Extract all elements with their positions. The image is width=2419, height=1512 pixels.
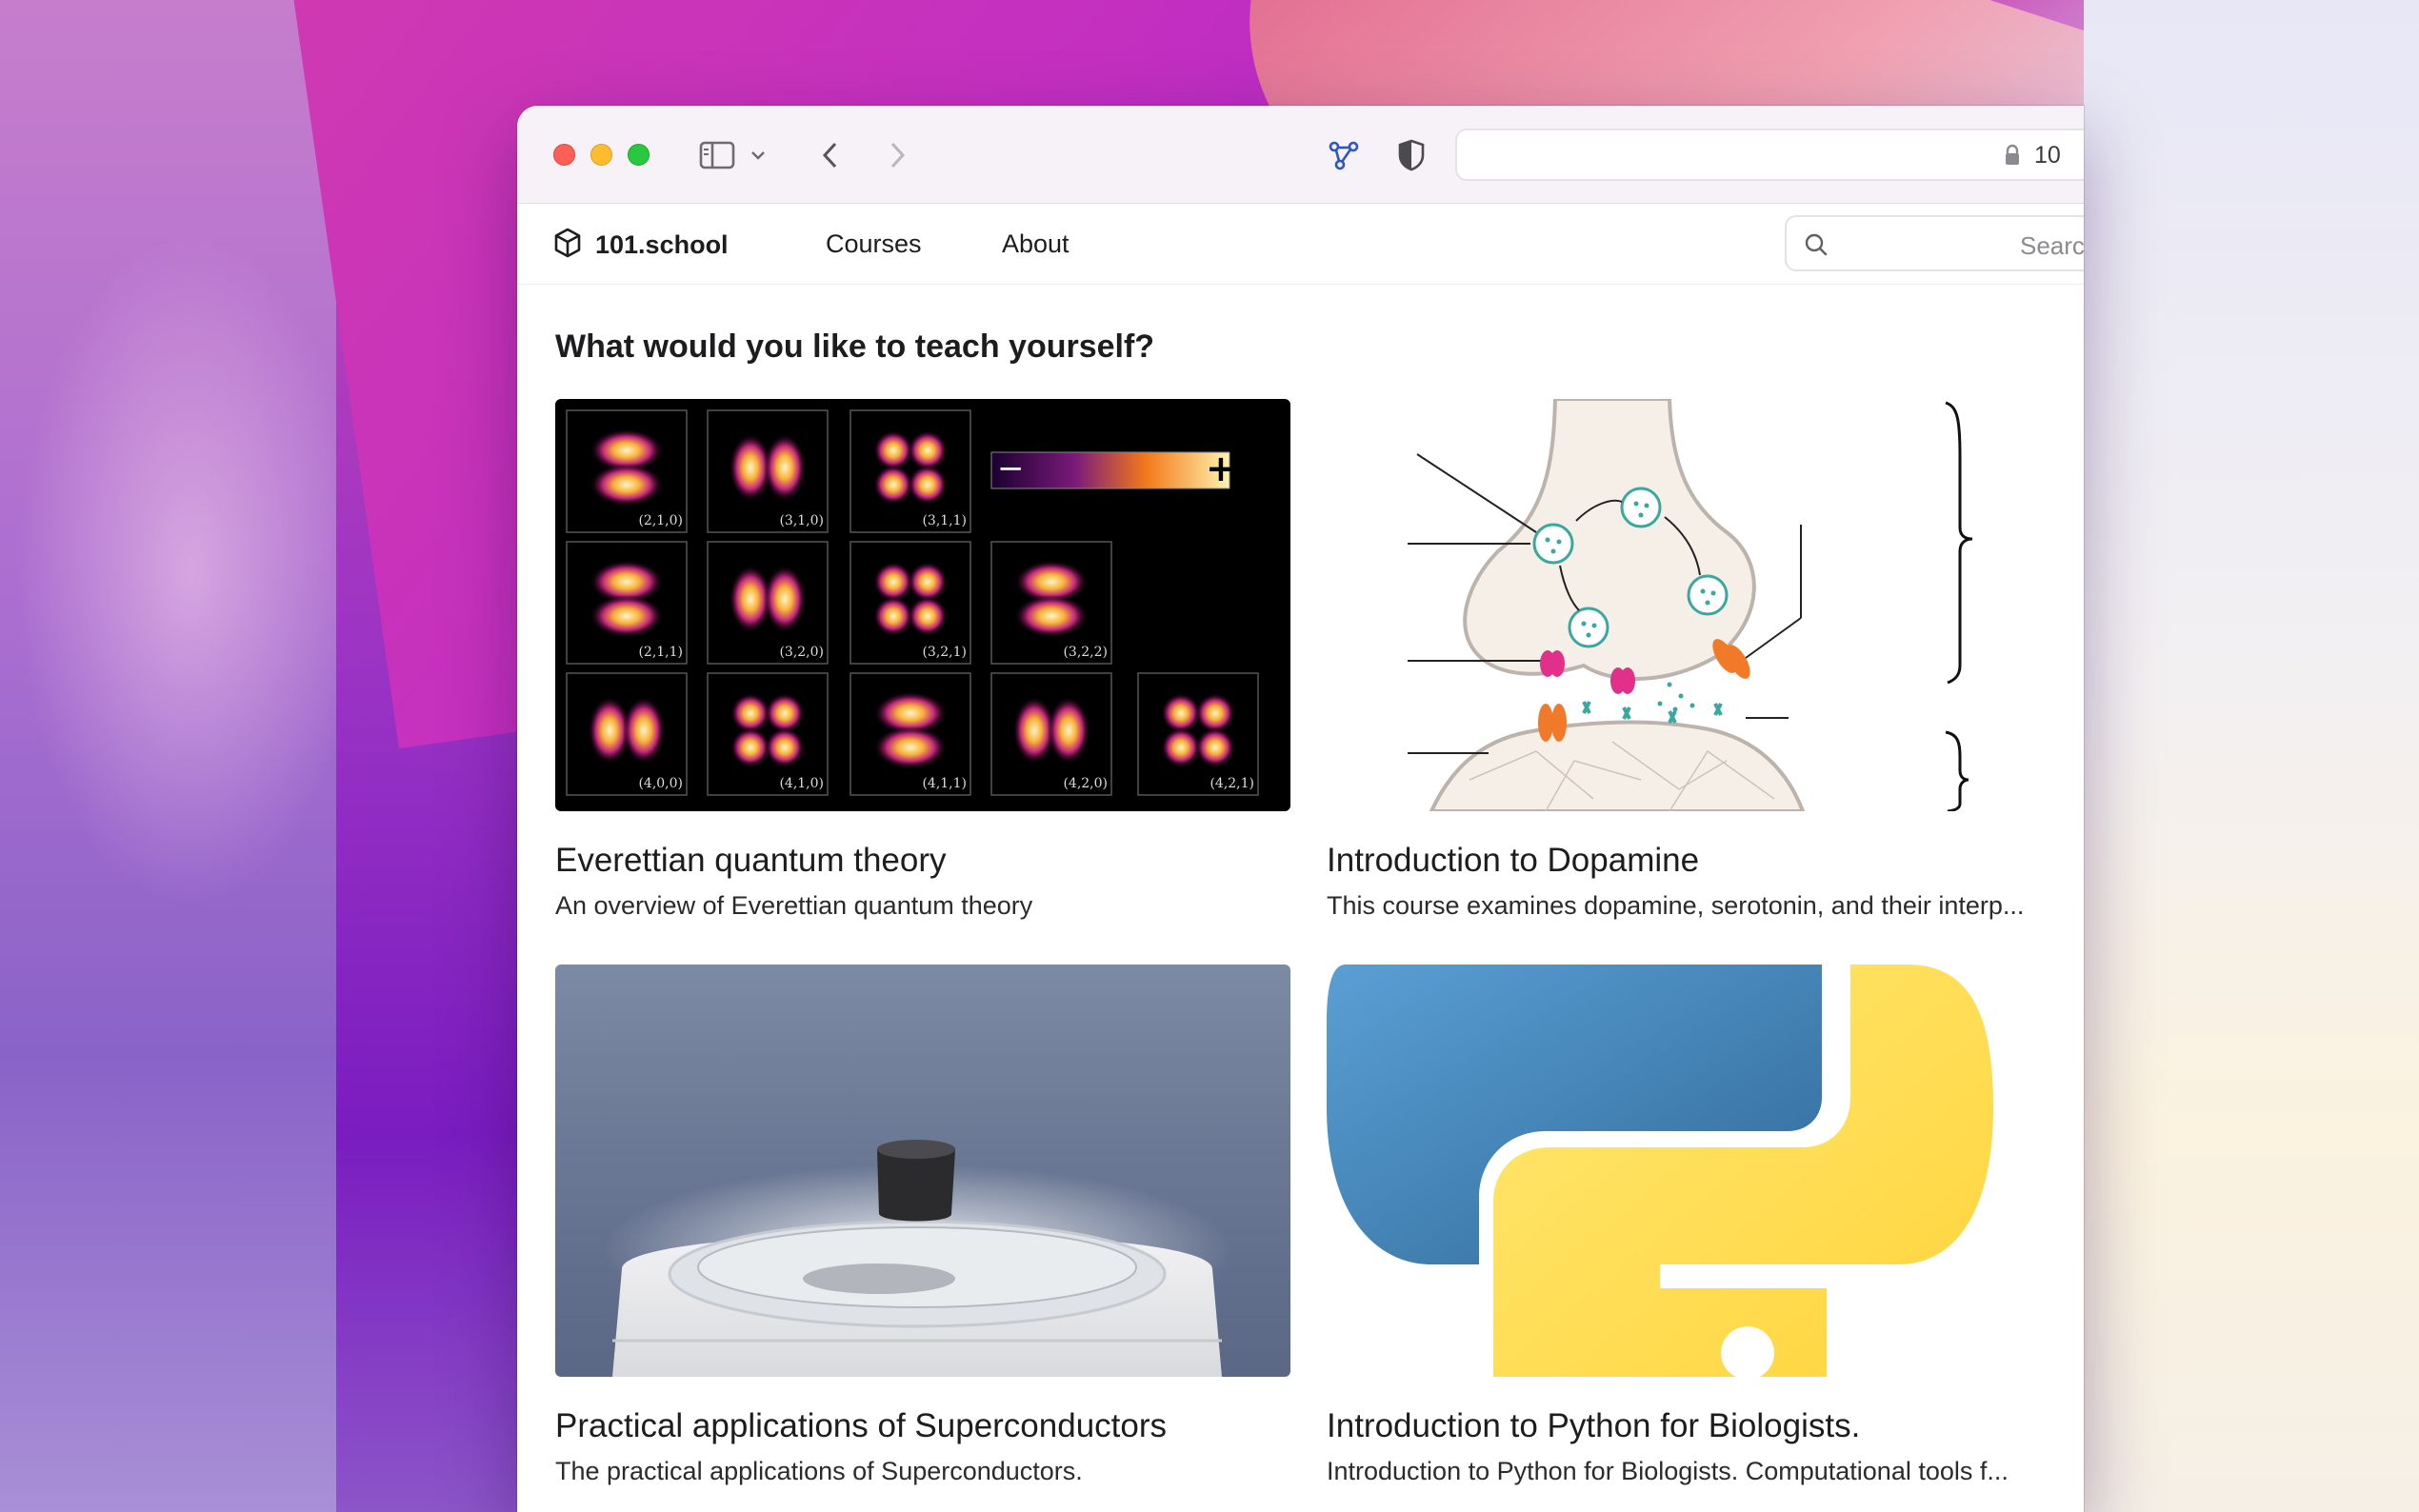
- orbital-label: (3,1,1): [922, 513, 967, 528]
- synapse-diagram-image: [1327, 399, 2062, 811]
- python-logo-image: [1327, 965, 2062, 1377]
- hydrogen-orbitals-image: (2,1,0) (3,1,0) (3,1,1) (2,1,1) (3,2,0) (3,2,…: [555, 399, 1290, 811]
- brand-name: 101.school: [595, 230, 729, 259]
- orbital-cell: (4,2,1): [1137, 672, 1259, 796]
- site-header: 101.school Courses About Search: [517, 204, 2084, 285]
- orbital-label: (3,2,0): [779, 645, 824, 660]
- page-heading: What would you like to teach yourself?: [555, 328, 1155, 365]
- orbital-cell: (4,0,0): [566, 672, 688, 796]
- search-placeholder: Search: [2020, 231, 2084, 260]
- course-card[interactable]: (2,1,0) (3,1,0) (3,1,1) (2,1,1) (3,2,0) (3,2,…: [555, 399, 1290, 921]
- orbital-label: (3,2,1): [922, 645, 967, 660]
- brand-link[interactable]: 101.school: [553, 228, 729, 263]
- orbital-cell: (3,2,0): [707, 541, 829, 665]
- orbital-cell: (2,1,0): [566, 409, 688, 533]
- course-description: Introduction to Python for Biologists. C…: [1327, 1457, 2009, 1485]
- search-icon: [1804, 232, 1829, 262]
- close-window-button[interactable]: [553, 144, 575, 166]
- orbital-cell: (3,1,1): [850, 409, 971, 533]
- course-card[interactable]: Introduction to Dopamine This course exa…: [1327, 399, 2062, 921]
- course-title[interactable]: Practical applications of Superconductor…: [555, 1407, 1290, 1445]
- levitating-magnet-photo: [555, 965, 1290, 1377]
- orbital-cell: (2,1,1): [566, 541, 688, 665]
- orbital-cell: (3,1,0): [707, 409, 829, 533]
- address-url: 10: [2034, 142, 2061, 169]
- orbital-cell: (4,1,1): [850, 672, 971, 796]
- orbital-label: (4,0,0): [638, 776, 683, 791]
- forward-arrow-icon[interactable]: [876, 134, 918, 176]
- browser-window: 10 101.school Courses About Search What …: [517, 106, 2084, 1512]
- zoom-window-button[interactable]: [628, 144, 650, 166]
- orbital-cell: (3,2,1): [850, 541, 971, 665]
- course-title[interactable]: Everettian quantum theory: [555, 842, 1290, 880]
- orbital-label: (3,2,2): [1063, 645, 1108, 660]
- nav-courses-link[interactable]: Courses: [826, 229, 922, 259]
- back-arrow-icon[interactable]: [810, 134, 851, 176]
- orbital-label: (2,1,0): [638, 513, 683, 528]
- search-input[interactable]: Search: [1785, 215, 2084, 271]
- colorbar-min-label: −: [997, 449, 1025, 487]
- nav-about-link[interactable]: About: [1002, 229, 1070, 259]
- course-card[interactable]: Introduction to Python for Biologists. I…: [1327, 965, 2062, 1486]
- share-graph-icon[interactable]: [1323, 134, 1365, 176]
- orbital-cell: (3,2,2): [990, 541, 1112, 665]
- orbital-cell: (4,1,0): [707, 672, 829, 796]
- course-title[interactable]: Introduction to Python for Biologists.: [1327, 1407, 2062, 1445]
- course-title[interactable]: Introduction to Dopamine: [1327, 842, 2062, 880]
- course-description: The practical applications of Supercondu…: [555, 1457, 1083, 1485]
- orbital-label: (4,1,0): [779, 776, 824, 791]
- course-description: An overview of Everettian quantum theory: [555, 891, 1033, 920]
- orbital-label: (4,1,1): [922, 776, 967, 791]
- orbital-label: (4,2,1): [1210, 776, 1254, 791]
- orbital-label: (4,2,0): [1063, 776, 1108, 791]
- colorbar-max-label: +: [1206, 448, 1236, 489]
- sidebar-toggle-icon[interactable]: [696, 134, 738, 176]
- course-description: This course examines dopamine, serotonin…: [1327, 891, 2025, 920]
- privacy-shield-icon[interactable]: [1390, 134, 1432, 176]
- lock-icon: [2004, 144, 2021, 171]
- browser-toolbar: 10: [517, 106, 2084, 204]
- course-card[interactable]: Practical applications of Superconductor…: [555, 965, 1290, 1486]
- orbital-label: (2,1,1): [638, 645, 683, 660]
- minimize-window-button[interactable]: [590, 144, 612, 166]
- orbital-label: (3,1,0): [779, 513, 824, 528]
- chevron-down-icon[interactable]: [744, 134, 772, 176]
- address-bar[interactable]: 10: [1455, 129, 2084, 181]
- cube-logo-icon: [553, 228, 582, 263]
- orbital-cell: (4,2,0): [990, 672, 1112, 796]
